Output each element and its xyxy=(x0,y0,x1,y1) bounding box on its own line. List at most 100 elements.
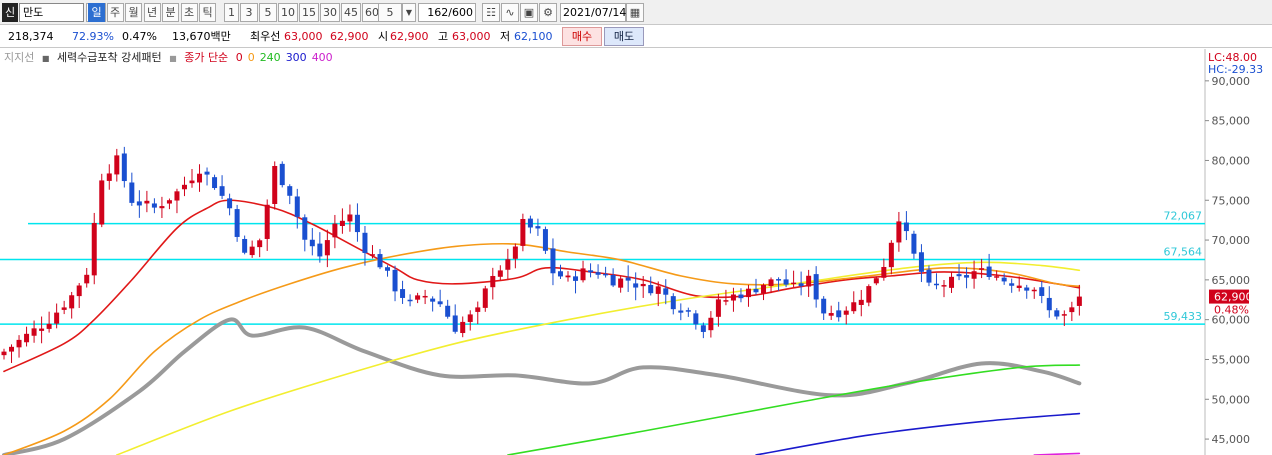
legend-ma-4[interactable]: 400 xyxy=(312,51,333,64)
settings-icon[interactable]: ⚙ xyxy=(539,3,557,22)
candle-body xyxy=(866,286,872,303)
candle-body xyxy=(339,220,345,227)
interval-button-30[interactable]: 30 xyxy=(320,3,340,22)
period-tab-3[interactable]: 년 xyxy=(143,3,161,22)
candle-body xyxy=(806,275,812,287)
price-chart[interactable]: 45,00050,00055,00060,00065,00070,00075,0… xyxy=(0,49,1272,455)
interval-select[interactable]: 5 xyxy=(378,3,402,22)
best-price-label: 최우선 xyxy=(250,30,281,43)
sell-button[interactable]: 매도 xyxy=(604,27,644,46)
candle-body xyxy=(31,328,37,336)
period-tab-6[interactable]: 틱 xyxy=(199,3,216,22)
interval-button-10[interactable]: 10 xyxy=(278,3,298,22)
candle-body xyxy=(490,275,496,288)
trade-amount: 13,670백만 xyxy=(172,30,231,43)
candle-body xyxy=(24,333,30,343)
calendar-icon[interactable]: ▦ xyxy=(626,3,644,22)
candle-body xyxy=(888,242,894,268)
candle-body xyxy=(588,270,594,273)
legend-ma-3[interactable]: 300 xyxy=(286,51,307,64)
candle-body xyxy=(302,217,308,240)
candle-body xyxy=(242,238,248,253)
legend-ma-1[interactable]: 0 xyxy=(248,51,255,64)
legend-support-line[interactable]: 지지선 xyxy=(4,51,34,64)
candle-body xyxy=(287,186,293,196)
save-icon[interactable]: ▣ xyxy=(520,3,538,22)
support-line-label: 67,564 xyxy=(1164,245,1203,258)
candle-body xyxy=(9,346,15,352)
y-tick-label: 65,000 xyxy=(1212,274,1251,287)
candle-body xyxy=(204,171,210,175)
candle-body xyxy=(911,233,917,254)
legend-pattern[interactable]: 세력수급포착 강세패턴 xyxy=(57,51,162,64)
interval-button-1[interactable]: 1 xyxy=(224,3,239,22)
y-tick-label: 85,000 xyxy=(1212,115,1251,128)
candle-body xyxy=(354,214,360,233)
buy-button[interactable]: 매수 xyxy=(562,27,602,46)
candle-body xyxy=(324,240,330,256)
candle-body xyxy=(618,278,624,288)
candle-body xyxy=(347,214,353,222)
candle-body xyxy=(1076,296,1082,306)
candle-body xyxy=(610,274,616,286)
candle-body xyxy=(648,285,654,294)
interval-button-15[interactable]: 15 xyxy=(299,3,319,22)
interval-dropdown-icon[interactable]: ▼ xyxy=(402,3,416,22)
legend-ma-0[interactable]: 0 xyxy=(236,51,243,64)
candle-body xyxy=(475,307,481,312)
stock-name-input[interactable]: 만도 xyxy=(19,3,84,22)
candle-body xyxy=(565,275,571,278)
y-tick-label: 90,000 xyxy=(1212,75,1251,88)
candle-body xyxy=(69,295,75,309)
period-tab-5[interactable]: 초 xyxy=(180,3,198,22)
period-tab-1[interactable]: 주 xyxy=(106,3,124,22)
candle-body xyxy=(776,279,782,281)
period-tab-0[interactable]: 일 xyxy=(88,3,105,22)
candle-body xyxy=(971,271,977,279)
candle-body xyxy=(768,279,774,286)
candle-body xyxy=(46,323,52,329)
candle-body xyxy=(400,289,406,298)
chart-type-icon[interactable]: ∿ xyxy=(501,3,519,22)
candle-body xyxy=(392,269,398,292)
support-line-label: 72,067 xyxy=(1164,210,1203,223)
candle-body xyxy=(918,252,924,272)
candle-body xyxy=(535,226,541,229)
candle-body xyxy=(753,288,759,293)
candle-body xyxy=(542,229,548,251)
indicator-legend: 지지선 ■ 세력수급포착 강세패턴 ■ 종가 단순 0 0 240 300 400 xyxy=(4,51,342,66)
interval-button-3[interactable]: 3 xyxy=(240,3,258,22)
period-tab-4[interactable]: 분 xyxy=(162,3,179,22)
candle-body xyxy=(1009,283,1015,286)
candle-body xyxy=(994,276,1000,278)
current-price-label: 62,900 xyxy=(1214,291,1253,304)
candle-body xyxy=(625,277,631,281)
stock-type-badge[interactable]: 신 xyxy=(2,3,18,22)
candle-body xyxy=(166,200,172,204)
candle-body xyxy=(700,325,706,332)
candle-body xyxy=(595,272,601,275)
candle-body xyxy=(738,294,744,299)
candle-body xyxy=(1,351,7,356)
legend-ma-2[interactable]: 240 xyxy=(260,51,281,64)
date-field[interactable]: 2021/07/14 xyxy=(560,3,626,22)
candle-body xyxy=(580,268,586,281)
toolbar: 신 만도 ▾ 일주월년분초틱 1351015304560 5 ▼ 162/600… xyxy=(0,0,1272,25)
candle-body xyxy=(332,223,338,238)
candle-body xyxy=(189,180,195,184)
candle-body xyxy=(84,274,90,284)
candle-body xyxy=(745,288,751,298)
interval-button-45[interactable]: 45 xyxy=(341,3,361,22)
high-label: 고 xyxy=(438,30,449,43)
candle-body xyxy=(369,254,375,256)
candle-body xyxy=(843,310,849,315)
period-tab-2[interactable]: 월 xyxy=(125,3,142,22)
support-line-label: 59,433 xyxy=(1164,310,1203,323)
interval-button-5[interactable]: 5 xyxy=(259,3,277,22)
bar-count-field[interactable]: 162/600 xyxy=(418,3,476,22)
candle-body xyxy=(294,196,300,217)
candle-body xyxy=(1054,310,1060,317)
candle-body xyxy=(437,301,443,305)
grid-icon[interactable]: ☷ xyxy=(482,3,500,22)
legend-ma-title[interactable]: 종가 단순 xyxy=(184,51,228,64)
